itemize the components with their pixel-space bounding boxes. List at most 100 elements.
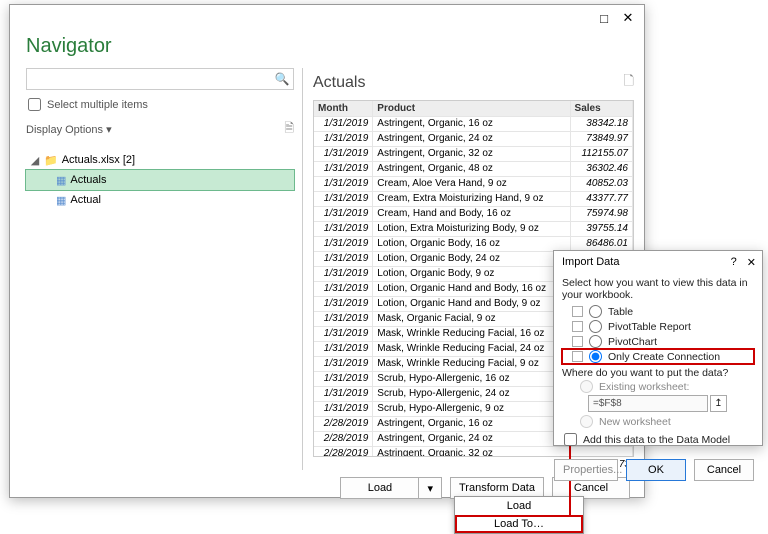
properties-button: Properties... — [554, 459, 618, 481]
radio-pivot-chart[interactable] — [589, 335, 602, 348]
table-icon — [572, 306, 583, 317]
cell-sales: 86486.01 — [570, 236, 632, 251]
table-row[interactable]: 1/31/2019Cream, Aloe Vera Hand, 9 oz4085… — [314, 176, 633, 191]
table-row[interactable]: 1/31/2019Astringent, Organic, 48 oz36302… — [314, 161, 633, 176]
radio-only-connection[interactable] — [589, 350, 602, 363]
load-button[interactable]: Load — [340, 477, 418, 499]
cell-sales: 39755.14 — [570, 221, 632, 236]
cell-month: 1/31/2019 — [314, 311, 373, 326]
cell-month: 1/31/2019 — [314, 116, 373, 131]
refresh-icon[interactable]: 🗋 — [624, 72, 634, 94]
menu-item-load[interactable]: Load — [455, 497, 583, 515]
table-icon: ▦ — [56, 194, 66, 207]
table-row[interactable]: 1/31/2019Astringent, Organic, 16 oz38342… — [314, 116, 633, 131]
cell-month: 2/28/2019 — [314, 416, 373, 431]
cell-product: Scrub, Hypo-Allergenic, 16 oz — [373, 371, 570, 386]
navigator-titlebar: □ ✕ — [10, 5, 644, 31]
cell-month: 1/31/2019 — [314, 326, 373, 341]
cell-month: 1/31/2019 — [314, 341, 373, 356]
cell-sales: 112155.07 — [570, 146, 632, 161]
option-table[interactable]: Table — [562, 304, 754, 319]
option-only-create-connection[interactable]: Only Create Connection — [562, 349, 754, 364]
tree-item-actuals[interactable]: ▦ Actuals — [26, 170, 294, 190]
table-row[interactable]: 1/31/2019Lotion, Extra Moisturizing Body… — [314, 221, 633, 236]
menu-item-load-to[interactable]: Load To… — [455, 515, 583, 533]
table-row[interactable]: 1/31/2019Cream, Hand and Body, 16 oz7597… — [314, 206, 633, 221]
cell-product: Astringent, Organic, 16 oz — [373, 116, 570, 131]
cell-product: Cream, Aloe Vera Hand, 9 oz — [373, 176, 570, 191]
search-input[interactable] — [27, 69, 271, 89]
search-box[interactable]: 🔍 — [26, 68, 294, 90]
cell-product: Lotion, Extra Moisturizing Body, 9 oz — [373, 221, 570, 236]
option-pivottable-report[interactable]: PivotTable Report — [562, 319, 754, 334]
cell-month: 1/31/2019 — [314, 281, 373, 296]
cell-sales: 75974.98 — [570, 206, 632, 221]
radio-pivot-report[interactable] — [589, 320, 602, 333]
cell-sales: 38342.18 — [570, 116, 632, 131]
cell-product: Lotion, Organic Hand and Body, 9 oz — [373, 296, 570, 311]
radio-new-ws[interactable] — [580, 415, 593, 428]
cell-month: 1/31/2019 — [314, 386, 373, 401]
table-icon: ▦ — [56, 174, 66, 187]
cell-product: Mask, Wrinkle Reducing Facial, 16 oz — [373, 326, 570, 341]
cell-month: 1/31/2019 — [314, 266, 373, 281]
table-row[interactable]: 1/31/2019Lotion, Organic Body, 16 oz8648… — [314, 236, 633, 251]
cell-month: 1/31/2019 — [314, 236, 373, 251]
sheet-icon[interactable]: 🗎 — [284, 119, 294, 140]
cell-month: 1/31/2019 — [314, 176, 373, 191]
cell-ref-input[interactable] — [588, 395, 708, 412]
tree-item-actual[interactable]: ▦ Actual — [26, 190, 294, 210]
cell-product: Astringent, Organic, 24 oz — [373, 131, 570, 146]
cell-month: 1/31/2019 — [314, 251, 373, 266]
cell-month: 1/31/2019 — [314, 131, 373, 146]
option-pivotchart[interactable]: PivotChart — [562, 334, 754, 349]
where-prompt: Where do you want to put the data? — [562, 367, 754, 379]
help-icon[interactable]: ? — [731, 256, 737, 268]
cell-month: 2/28/2019 — [314, 431, 373, 446]
col-sales[interactable]: Sales — [570, 101, 632, 116]
cell-product: Lotion, Organic Hand and Body, 16 oz — [373, 281, 570, 296]
navigator-dialog: □ ✕ Navigator 🔍 Select multiple items Di… — [9, 4, 645, 498]
table-row[interactable]: 1/31/2019Astringent, Organic, 32 oz11215… — [314, 146, 633, 161]
close-icon[interactable]: ✕ — [747, 256, 756, 269]
cell-product: Lotion, Organic Body, 16 oz — [373, 236, 570, 251]
load-dropdown-menu: Load Load To… — [454, 496, 584, 534]
select-multiple-checkbox[interactable] — [28, 98, 41, 111]
option-existing-worksheet[interactable]: Existing worksheet: — [562, 379, 754, 394]
ok-button[interactable]: OK — [626, 459, 686, 481]
add-to-data-model-label: Add this data to the Data Model — [583, 434, 730, 446]
cell-product: Cream, Hand and Body, 16 oz — [373, 206, 570, 221]
radio-table[interactable] — [589, 305, 602, 318]
cell-month: 1/31/2019 — [314, 401, 373, 416]
option-new-worksheet[interactable]: New worksheet — [562, 414, 754, 429]
col-month[interactable]: Month — [314, 101, 373, 116]
load-dropdown-button[interactable]: ▾ — [418, 477, 442, 499]
cell-sales: 43377.77 — [570, 191, 632, 206]
cell-sales: 40852.03 — [570, 176, 632, 191]
close-icon[interactable]: ✕ — [616, 6, 640, 30]
table-row[interactable]: 1/31/2019Astringent, Organic, 24 oz73849… — [314, 131, 633, 146]
cell-product: Mask, Wrinkle Reducing Facial, 9 oz — [373, 356, 570, 371]
tree-item-label: Actual — [70, 194, 101, 206]
navigator-title: Navigator — [10, 31, 644, 68]
pivot-report-icon — [572, 321, 583, 332]
radio-existing-ws[interactable] — [580, 380, 593, 393]
display-options-dropdown[interactable]: Display Options ▾ — [26, 123, 112, 136]
maximize-icon[interactable]: □ — [592, 6, 616, 30]
search-icon[interactable]: 🔍 — [271, 69, 293, 89]
navigator-tree: ◢ 📁 Actuals.xlsx [2] ▦ Actuals ▦ Actual — [26, 150, 294, 210]
add-to-data-model-checkbox[interactable] — [564, 433, 577, 446]
range-picker-icon[interactable]: ↥ — [710, 395, 727, 412]
tree-file-node[interactable]: ◢ 📁 Actuals.xlsx [2] — [26, 150, 294, 170]
tree-file-label: Actuals.xlsx [2] — [62, 154, 135, 166]
cancel-button[interactable]: Cancel — [694, 459, 754, 481]
cell-month: 1/31/2019 — [314, 191, 373, 206]
cell-month: 1/31/2019 — [314, 371, 373, 386]
cell-month: 1/31/2019 — [314, 161, 373, 176]
cell-product: Astringent, Organic, 48 oz — [373, 161, 570, 176]
col-product[interactable]: Product — [373, 101, 570, 116]
cell-month: 1/31/2019 — [314, 206, 373, 221]
navigator-left-pane: 🔍 Select multiple items Display Options … — [10, 68, 303, 470]
table-row[interactable]: 1/31/2019Cream, Extra Moisturizing Hand,… — [314, 191, 633, 206]
cell-product: Lotion, Organic Body, 9 oz — [373, 266, 570, 281]
